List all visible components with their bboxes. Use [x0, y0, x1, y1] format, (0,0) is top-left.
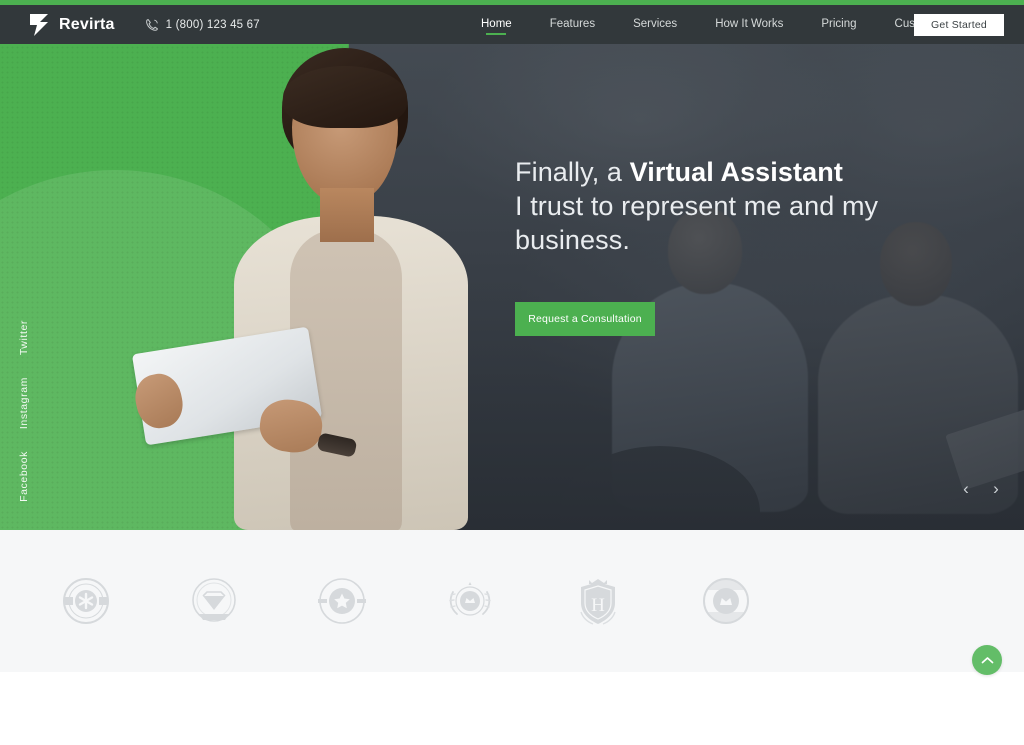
assistant-hair-front [283, 66, 407, 128]
brand-name: Revirta [59, 15, 115, 33]
slider-next-icon[interactable]: › [988, 480, 1004, 497]
clients-section: H Virtual Assistants are used by busy pe… [0, 530, 1024, 672]
slider-prev-icon[interactable]: ‹ [958, 480, 974, 497]
revirta-r-mark-icon [28, 12, 52, 38]
nav-item-pricing[interactable]: Pricing [802, 5, 875, 44]
main-navigation: Home Features Services How It Works Pric… [462, 5, 969, 44]
client-logo-list: H [22, 568, 790, 634]
hero-headline-emphasis: Virtual Assistant [629, 157, 843, 187]
hero-headline-rest: I trust to represent me and my business. [515, 191, 879, 255]
nav-item-services[interactable]: Services [614, 5, 696, 44]
social-links-rail: Facebook Instagram Twitter [18, 320, 30, 502]
hero-section: Facebook Instagram Twitter Finally, a Vi… [0, 0, 1024, 530]
seal-asterisk-badge-icon [22, 568, 150, 634]
header-phone[interactable]: 1 (800) 123 45 67 [145, 18, 260, 32]
scroll-to-top-button[interactable] [972, 645, 1002, 675]
hero-slider-nav: ‹ › [958, 480, 1004, 497]
diamond-badge-icon [150, 568, 278, 634]
brand-logo[interactable]: Revirta [28, 12, 115, 38]
request-consultation-button[interactable]: Request a Consultation [515, 302, 655, 336]
shield-h-badge-icon: H [534, 568, 662, 634]
social-link-twitter[interactable]: Twitter [18, 320, 30, 355]
social-link-facebook[interactable]: Facebook [18, 451, 30, 502]
chevron-up-icon [981, 656, 993, 663]
nav-item-features[interactable]: Features [531, 5, 614, 44]
svg-text:H: H [591, 595, 605, 616]
phone-icon [145, 18, 159, 32]
nav-item-how-it-works[interactable]: How It Works [696, 5, 802, 44]
phone-number: 1 (800) 123 45 67 [165, 18, 260, 31]
circle-crown-badge-icon [662, 568, 790, 634]
hero-headline-prefix: Finally, a [515, 157, 630, 187]
hero-content: Finally, a Virtual Assistant I trust to r… [515, 155, 945, 336]
assistant-neck [320, 188, 374, 242]
laurel-crown-badge-icon [406, 568, 534, 634]
get-started-button[interactable]: Get Started [914, 14, 1004, 36]
star-badge-icon [278, 568, 406, 634]
top-accent-strip [0, 0, 1024, 5]
nav-item-home[interactable]: Home [462, 5, 531, 44]
page-footer-area [0, 672, 1024, 745]
social-link-instagram[interactable]: Instagram [18, 377, 30, 429]
hero-assistant-photo [120, 48, 490, 530]
landing-page: Facebook Instagram Twitter Finally, a Vi… [0, 0, 1024, 745]
site-header: Revirta 1 (800) 123 45 67 Home Features … [0, 5, 1024, 44]
hero-headline: Finally, a Virtual Assistant I trust to r… [515, 155, 945, 257]
